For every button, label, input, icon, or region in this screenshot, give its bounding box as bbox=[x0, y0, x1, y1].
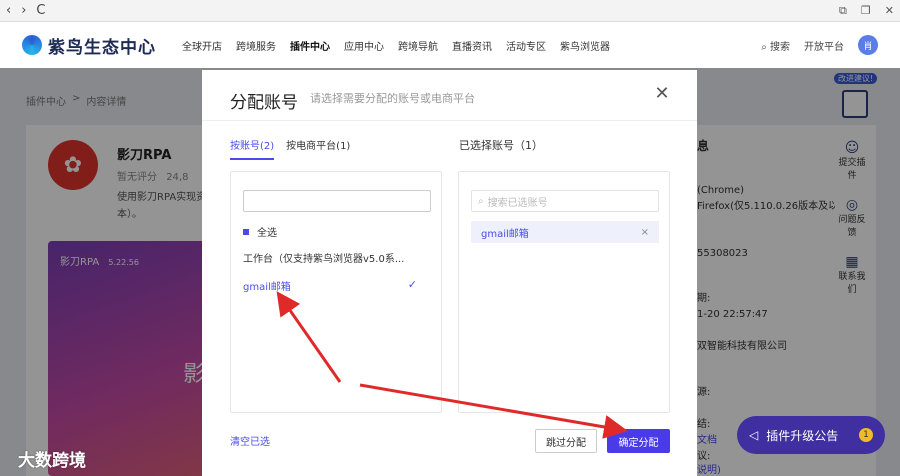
site-header: 紫鸟生态中心 全球开店 跨境服务 插件中心 应用中心 跨境导航 直播资讯 活动专… bbox=[0, 22, 900, 68]
upgrade-label: 插件升级公告 bbox=[766, 428, 839, 443]
search-label: 搜索 bbox=[770, 41, 790, 53]
selected-accounts-panel: ⌕ 搜索已选账号 gmail邮箱 × bbox=[458, 171, 670, 413]
nav-item-navigation[interactable]: 跨境导航 bbox=[398, 38, 438, 53]
confirm-assign-button[interactable]: 确定分配 bbox=[607, 429, 670, 453]
account-name: gmail邮箱 bbox=[243, 282, 291, 293]
tab-by-platform[interactable]: 按电商平台(1) bbox=[286, 137, 350, 160]
account-list-panel: 全选 工作台（仅支持紫鸟浏览器v5.0系... gmail邮箱 ✓ bbox=[230, 171, 442, 413]
search-link[interactable]: ⌕ 搜索 bbox=[761, 38, 790, 53]
close-icon[interactable]: ✕ bbox=[652, 84, 672, 104]
refresh-icon[interactable]: C bbox=[36, 3, 45, 18]
selected-accounts-heading: 已选择账号（1） bbox=[459, 139, 543, 152]
selected-search-input[interactable]: ⌕ 搜索已选账号 bbox=[471, 190, 659, 212]
plugin-upgrade-notice[interactable]: ◁ 插件升级公告 1 bbox=[737, 416, 885, 454]
select-all-checkbox[interactable] bbox=[243, 228, 249, 235]
account-search-input[interactable] bbox=[243, 190, 431, 212]
megaphone-icon: ◁ bbox=[749, 428, 759, 442]
clear-selection-link[interactable]: 清空已选 bbox=[230, 433, 270, 448]
select-all-label: 全选 bbox=[257, 228, 277, 239]
forward-icon[interactable]: › bbox=[21, 3, 26, 18]
avatar[interactable]: 肖 bbox=[858, 35, 878, 55]
selected-account-name: gmail邮箱 bbox=[481, 228, 529, 240]
nav-item-plugin-center[interactable]: 插件中心 bbox=[290, 38, 330, 53]
selected-account-chip: gmail邮箱 × bbox=[471, 221, 659, 243]
site-logo[interactable]: 紫鸟生态中心 bbox=[22, 33, 156, 58]
nav-item-global-store[interactable]: 全球开店 bbox=[182, 38, 222, 53]
select-all-option[interactable]: 全选 bbox=[243, 224, 277, 239]
close-window-icon[interactable]: ✕ bbox=[885, 4, 894, 18]
account-name: 工作台（仅支持紫鸟浏览器v5.0系... bbox=[243, 254, 405, 265]
main-nav: 全球开店 跨境服务 插件中心 应用中心 跨境导航 直播资讯 活动专区 紫鸟浏览器 bbox=[182, 38, 610, 53]
remove-icon[interactable]: × bbox=[641, 227, 649, 238]
modal-subtitle: 请选择需要分配的账号或电商平台 bbox=[310, 92, 475, 105]
logo-text: 紫鸟生态中心 bbox=[48, 37, 156, 58]
nav-item-events[interactable]: 活动专区 bbox=[506, 38, 546, 53]
logo-icon bbox=[22, 35, 42, 55]
modal-divider bbox=[202, 120, 697, 121]
assign-tabs: 按账号(2) 按电商平台(1) bbox=[230, 137, 350, 160]
list-item[interactable]: gmail邮箱 ✓ bbox=[243, 278, 431, 293]
upgrade-count-badge: 1 bbox=[859, 428, 873, 442]
maximize-icon[interactable]: ❐ bbox=[861, 4, 871, 18]
skip-assign-button[interactable]: 跳过分配 bbox=[535, 429, 597, 453]
search-icon: ⌕ bbox=[478, 195, 484, 207]
modal-title: 分配账号 bbox=[230, 93, 298, 113]
assign-account-modal: 分配账号 请选择需要分配的账号或电商平台 ✕ 按账号(2) 按电商平台(1) 已… bbox=[202, 70, 697, 476]
open-platform-link[interactable]: 开放平台 bbox=[804, 38, 844, 53]
nav-item-cross-border-service[interactable]: 跨境服务 bbox=[236, 38, 276, 53]
check-icon: ✓ bbox=[407, 278, 417, 291]
nav-item-live-news[interactable]: 直播资讯 bbox=[452, 38, 492, 53]
list-item[interactable]: 工作台（仅支持紫鸟浏览器v5.0系... bbox=[243, 250, 431, 265]
nav-item-browser[interactable]: 紫鸟浏览器 bbox=[560, 38, 610, 53]
browser-toolbar: ‹ › C ⧉ ❐ ✕ bbox=[0, 0, 900, 22]
nav-item-app-center[interactable]: 应用中心 bbox=[344, 38, 384, 53]
back-icon[interactable]: ‹ bbox=[6, 3, 11, 18]
watermark: 大数跨境 bbox=[18, 451, 86, 471]
tab-by-account[interactable]: 按账号(2) bbox=[230, 137, 275, 160]
selected-search-placeholder: 搜索已选账号 bbox=[487, 197, 548, 209]
minimize-icon[interactable]: ⧉ bbox=[839, 4, 847, 18]
